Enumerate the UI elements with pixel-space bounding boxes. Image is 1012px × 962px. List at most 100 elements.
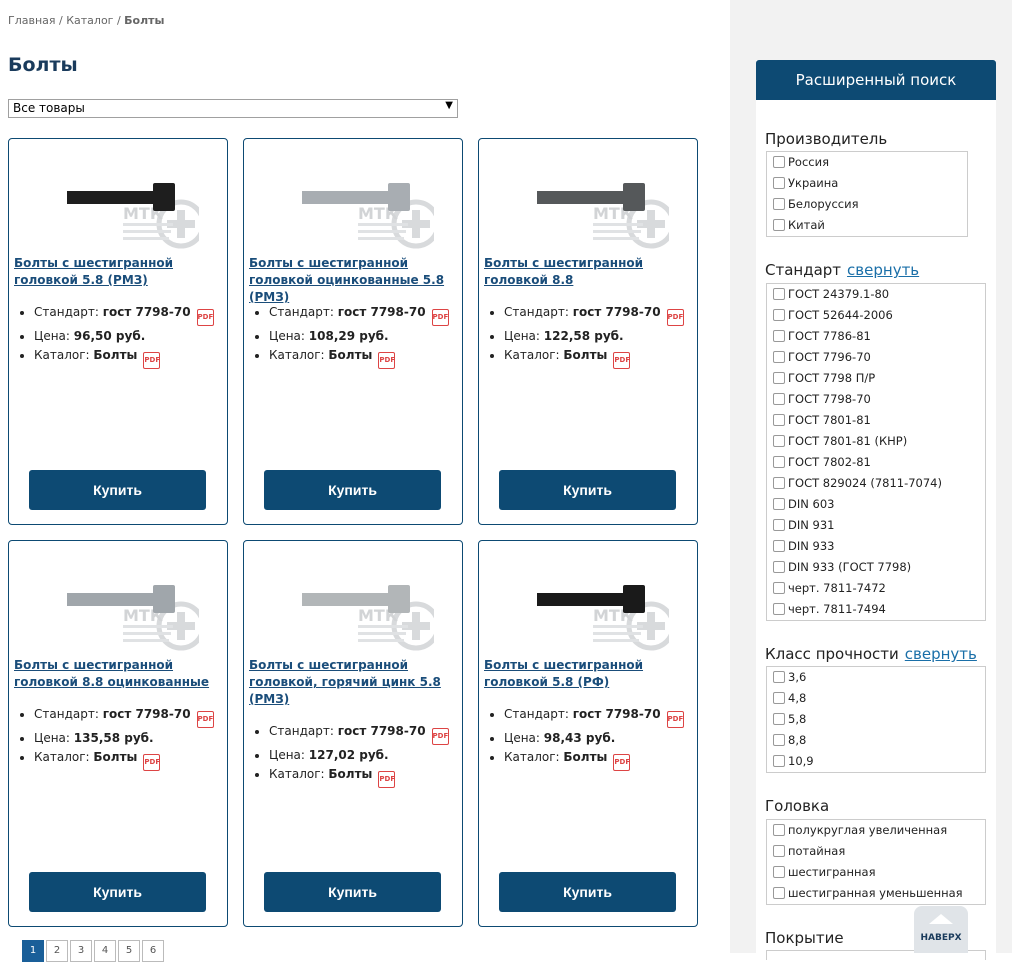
checkbox[interactable] [773, 824, 785, 836]
pdf-icon[interactable]: PDF [431, 309, 449, 326]
buy-button[interactable]: Купить [499, 470, 676, 510]
checkbox[interactable] [773, 351, 785, 363]
filter-option[interactable]: 8,8 [767, 730, 985, 751]
pdf-icon[interactable]: PDF [143, 352, 161, 369]
filter-option[interactable]: DIN 933 (ГОСТ 7798) [767, 557, 985, 578]
buy-button[interactable]: Купить [264, 872, 441, 912]
pdf-icon[interactable]: PDF [196, 711, 214, 728]
product-image[interactable]: МТК [529, 157, 669, 252]
filter-option[interactable]: Украина [767, 173, 967, 194]
buy-button[interactable]: Купить [499, 872, 676, 912]
pdf-icon[interactable]: PDF [378, 771, 396, 788]
filter-option[interactable]: полукруглая увеличенная [767, 820, 985, 841]
page-link[interactable]: 4 [94, 940, 116, 962]
pdf-icon[interactable]: PDF [666, 711, 684, 728]
filter-option[interactable]: 10,9 [767, 751, 985, 772]
pdf-icon[interactable]: PDF [431, 728, 449, 745]
checkbox[interactable] [773, 755, 785, 767]
filter-option[interactable]: потайная [767, 841, 985, 862]
filter-option[interactable]: ГОСТ 7798 П/Р [767, 368, 985, 389]
page-link[interactable]: 2 [46, 940, 68, 962]
filter-option[interactable]: ГОСТ 7802-81 [767, 452, 985, 473]
checkbox[interactable] [773, 845, 785, 857]
checkbox[interactable] [773, 435, 785, 447]
back-to-top-button[interactable]: НАВЕРХ [914, 906, 968, 953]
checkbox[interactable] [773, 330, 785, 342]
page-link[interactable]: 1 [22, 940, 44, 962]
pdf-icon[interactable]: PDF [666, 309, 684, 326]
checkbox[interactable] [773, 734, 785, 746]
checkbox[interactable] [773, 887, 785, 899]
product-title-link[interactable]: Болты с шестигранной головкой 5.8 (РМЗ) [14, 255, 226, 289]
pdf-icon[interactable]: PDF [613, 754, 631, 771]
breadcrumb-catalog[interactable]: Каталог [66, 14, 113, 27]
product-title-link[interactable]: Болты с шестигранной головкой 5.8 (РФ) [484, 657, 696, 691]
pdf-icon[interactable]: PDF [143, 754, 161, 771]
filter-option[interactable]: Белоруссия [767, 194, 967, 215]
filter-option[interactable]: 5,8 [767, 709, 985, 730]
filter-option[interactable]: 3,6 [767, 667, 985, 688]
breadcrumb-home[interactable]: Главная [8, 14, 56, 27]
buy-button[interactable]: Купить [29, 872, 206, 912]
pdf-icon[interactable]: PDF [613, 352, 631, 369]
product-image[interactable]: МТК [294, 559, 434, 654]
product-title-link[interactable]: Болты с шестигранной головкой 8.8 [484, 255, 696, 289]
product-title-link[interactable]: Болты с шестигранной головкой, горячий ц… [249, 657, 461, 708]
filter-option[interactable]: ГОСТ 7796-70 [767, 347, 985, 368]
checkbox[interactable] [773, 498, 785, 510]
product-image[interactable]: МТК [59, 157, 199, 252]
checkbox[interactable] [773, 713, 785, 725]
product-image[interactable]: МТК [59, 559, 199, 654]
buy-button[interactable]: Купить [29, 470, 206, 510]
filter-option[interactable]: ГОСТ 7786-81 [767, 326, 985, 347]
page-link[interactable]: 6 [142, 940, 164, 962]
filter-option[interactable]: ГОСТ 52644-2006 [767, 305, 985, 326]
checkbox[interactable] [773, 477, 785, 489]
filter-option[interactable]: Китай [767, 215, 967, 236]
filter-option[interactable]: шестигранная уменьшенная [767, 883, 985, 904]
checkbox[interactable] [773, 414, 785, 426]
product-image[interactable]: МТК [529, 559, 669, 654]
filter-option[interactable]: шестигранная [767, 862, 985, 883]
checkbox[interactable] [773, 393, 785, 405]
product-filter-select[interactable]: Все товары ▼ [8, 99, 458, 118]
checkbox[interactable] [773, 288, 785, 300]
page-link[interactable]: 5 [118, 940, 140, 962]
checkbox[interactable] [773, 540, 785, 552]
filter-option[interactable]: ГОСТ 7801-81 [767, 410, 985, 431]
buy-button[interactable]: Купить [264, 470, 441, 510]
filter-option[interactable]: DIN 931 [767, 515, 985, 536]
filter-option[interactable]: DIN 933 [767, 536, 985, 557]
checkbox[interactable] [773, 372, 785, 384]
pdf-icon[interactable]: PDF [196, 309, 214, 326]
collapse-link[interactable]: свернуть [905, 645, 977, 663]
filter-option[interactable]: DIN 603 [767, 494, 985, 515]
checkbox[interactable] [773, 603, 785, 615]
product-title-link[interactable]: Болты с шестигранной головкой оцинкованн… [249, 255, 461, 306]
page-link[interactable]: 3 [70, 940, 92, 962]
checkbox[interactable] [773, 519, 785, 531]
filter-option[interactable]: ГОСТ 7798-70 [767, 389, 985, 410]
product-title-link[interactable]: Болты с шестигранной головкой 8.8 оцинко… [14, 657, 226, 691]
filter-option[interactable]: Россия [767, 152, 967, 173]
checkbox[interactable] [773, 309, 785, 321]
checkbox[interactable] [773, 198, 785, 210]
filter-option[interactable]: черт. 7811-7472 [767, 578, 985, 599]
checkbox[interactable] [773, 219, 785, 231]
checkbox[interactable] [773, 561, 785, 573]
checkbox[interactable] [773, 177, 785, 189]
checkbox[interactable] [773, 671, 785, 683]
product-image[interactable]: МТК [294, 157, 434, 252]
checkbox[interactable] [773, 692, 785, 704]
filter-option[interactable]: ГОСТ 7801-81 (КНР) [767, 431, 985, 452]
filter-option[interactable]: 4,8 [767, 688, 985, 709]
checkbox[interactable] [773, 866, 785, 878]
filter-option[interactable]: ГОСТ 24379.1-80 [767, 284, 985, 305]
checkbox[interactable] [773, 456, 785, 468]
collapse-link[interactable]: свернуть [847, 261, 919, 279]
filter-option[interactable]: ГОСТ 829024 (7811-7074) [767, 473, 985, 494]
filter-option[interactable]: черт. 7811-7494 [767, 599, 985, 620]
pdf-icon[interactable]: PDF [378, 352, 396, 369]
checkbox[interactable] [773, 156, 785, 168]
checkbox[interactable] [773, 582, 785, 594]
